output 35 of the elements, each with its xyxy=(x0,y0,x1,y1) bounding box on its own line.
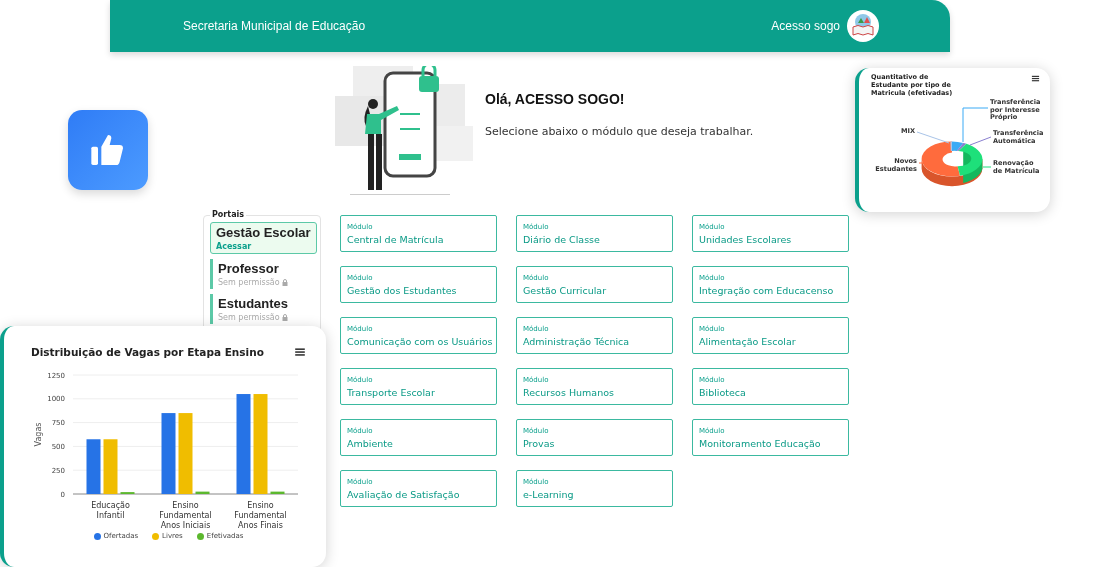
portal-name: Gestão Escolar xyxy=(216,225,312,240)
axis-title: Vagas xyxy=(34,422,43,447)
portal-name: Professor xyxy=(218,261,280,276)
portal-status: Sem permissão xyxy=(218,313,314,322)
category-label: Anos Iniciais xyxy=(160,521,211,530)
portal-name: Estudantes xyxy=(218,296,290,311)
menu-icon[interactable] xyxy=(1031,74,1040,83)
leader-line xyxy=(916,131,950,144)
leader-line xyxy=(982,166,992,168)
panel-title: Portais xyxy=(210,210,247,219)
lock-icon xyxy=(281,314,288,321)
portal-status: Acessar xyxy=(216,242,253,251)
avatar-book-icon[interactable] xyxy=(846,9,880,43)
bar xyxy=(195,491,210,494)
greeting-subtitle: Selecione abaixo o módulo que deseja trabalhar. xyxy=(485,125,754,138)
category-label: Ensino xyxy=(172,501,199,510)
category-label: Fundamental xyxy=(234,511,287,520)
chart-title: Distribuição de Vagas por Etapa Ensino xyxy=(31,346,264,358)
lock-icon xyxy=(281,279,288,286)
category-label: Anos Finais xyxy=(238,521,283,530)
portal-item[interactable]: Gestão Escolar Acessar xyxy=(210,222,317,254)
user-name[interactable]: Acesso sogo xyxy=(771,19,840,33)
bar xyxy=(86,439,101,494)
greeting-title: Olá, ACESSO SOGO! xyxy=(485,91,626,107)
category-label: Ensino xyxy=(247,501,274,510)
bar xyxy=(270,491,285,494)
app-title: Secretaria Municipal de Educação xyxy=(183,19,366,33)
portal-item[interactable]: Professor Sem permissão xyxy=(210,259,314,289)
leader-line xyxy=(918,162,925,164)
bar xyxy=(103,439,118,494)
category-label: Infantil xyxy=(96,511,125,520)
category-label: Educação xyxy=(91,501,130,510)
portal-status: Sem permissão xyxy=(218,278,314,287)
menu-icon[interactable] xyxy=(294,346,306,358)
category-label: Fundamental xyxy=(159,511,212,520)
